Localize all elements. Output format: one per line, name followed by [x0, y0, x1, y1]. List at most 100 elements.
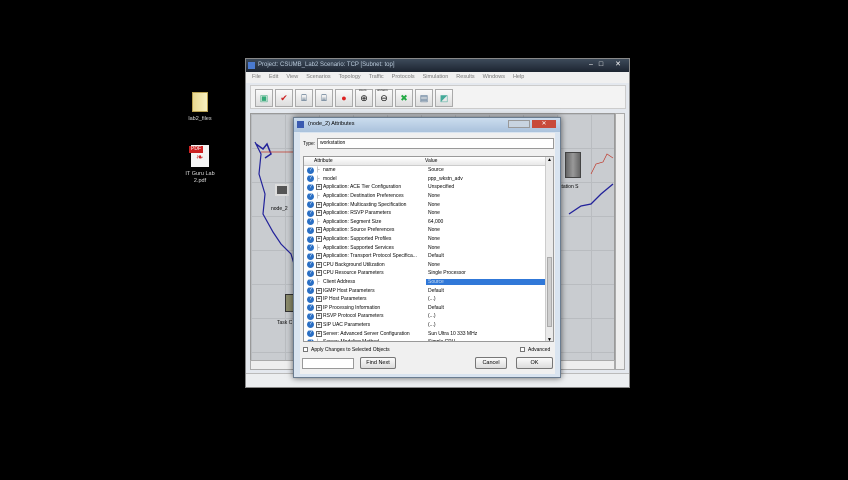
find-next-button[interactable]: Find Next: [360, 357, 396, 369]
attribute-value[interactable]: None: [426, 210, 553, 216]
help-icon[interactable]: ?: [307, 338, 314, 341]
configure-simulation-button[interactable]: ✖: [395, 89, 413, 107]
expand-icon[interactable]: +: [316, 313, 322, 320]
maximize-button[interactable]: □: [596, 60, 606, 69]
attribute-value[interactable]: (...): [426, 296, 553, 302]
help-icon[interactable]: ?: [307, 183, 314, 191]
help-icon[interactable]: ?: [307, 252, 314, 260]
attribute-value[interactable]: None: [426, 262, 553, 268]
expand-icon[interactable]: +: [316, 236, 322, 243]
expand-icon[interactable]: +: [316, 270, 322, 277]
expand-icon[interactable]: +: [316, 201, 322, 208]
help-icon[interactable]: ?: [307, 166, 314, 174]
expand-icon[interactable]: +: [316, 261, 322, 268]
attribute-row[interactable]: ? + Application: Transport Protocol Specif…: [304, 252, 553, 261]
help-icon[interactable]: ?: [307, 226, 314, 234]
desktop-icon-pdf[interactable]: PDF ❧ IT Guru Lab 2.pdf: [175, 145, 225, 185]
attribute-value[interactable]: Simple CPU: [426, 339, 553, 341]
vertical-scrollbar[interactable]: [615, 113, 625, 370]
attribute-value[interactable]: Source: [426, 279, 553, 286]
help-icon[interactable]: ?: [307, 218, 314, 226]
help-icon[interactable]: ?: [307, 209, 314, 217]
attribute-row[interactable]: ? ├ Client Address Source: [304, 278, 553, 287]
attribute-row[interactable]: ? + CPU Resource Parameters Single Processo…: [304, 269, 553, 278]
expand-icon[interactable]: +: [316, 296, 322, 303]
menu-file[interactable]: File: [252, 74, 261, 83]
attribute-row[interactable]: ? + Application: Source Preferences None: [304, 226, 553, 235]
return-to-parent-button[interactable]: ●: [335, 89, 353, 107]
help-icon[interactable]: ?: [307, 321, 314, 329]
hide-graphs-button[interactable]: ◩: [435, 89, 453, 107]
attribute-value[interactable]: ppp_wkstn_adv: [426, 176, 553, 182]
zoom-out-button[interactable]: unzoom ⊖: [375, 88, 393, 107]
attribute-value[interactable]: Source: [426, 167, 553, 173]
expand-icon[interactable]: +: [316, 227, 322, 234]
attribute-value[interactable]: (...): [426, 313, 553, 319]
attribute-value[interactable]: Default: [426, 305, 553, 311]
help-icon[interactable]: ?: [307, 295, 314, 303]
attribute-row[interactable]: ? + IGMP Host Parameters Default: [304, 286, 553, 295]
attribute-row[interactable]: ? + Application: Multicasting Specificatio…: [304, 200, 553, 209]
expand-icon[interactable]: +: [316, 184, 322, 191]
menu-traffic[interactable]: Traffic: [369, 74, 384, 83]
help-icon[interactable]: ?: [307, 287, 314, 295]
attribute-value[interactable]: Default: [426, 253, 553, 259]
help-icon[interactable]: ?: [307, 261, 314, 269]
minimize-button[interactable]: –: [586, 60, 596, 69]
help-icon[interactable]: ?: [307, 235, 314, 243]
attribute-value[interactable]: Single Processor: [426, 270, 553, 276]
check-links-button[interactable]: ✔: [275, 89, 293, 107]
dialog-close-button[interactable]: ✕: [532, 120, 556, 128]
attribute-row[interactable]: ? ├ Application: Supported Services None: [304, 243, 553, 252]
table-scrollbar[interactable]: ▲ ▼: [545, 157, 553, 341]
attribute-value[interactable]: Unspecified: [426, 184, 553, 190]
desktop-icon-lab2-files[interactable]: lab2_files: [175, 92, 225, 123]
close-button[interactable]: ✕: [608, 60, 628, 69]
scroll-up-icon[interactable]: ▲: [546, 157, 553, 163]
attribute-row[interactable]: ? + Server: Advanced Server Configuration S…: [304, 329, 553, 338]
attribute-row[interactable]: ?├Server: Modeling MethodSimple CPU: [304, 338, 553, 341]
dialog-minimize-button[interactable]: [508, 120, 530, 128]
attribute-row[interactable]: ? + Application: RSVP Parameters None: [304, 209, 553, 218]
expand-icon[interactable]: +: [316, 321, 322, 328]
attribute-row[interactable]: ? ├ name Source: [304, 166, 553, 175]
attribute-row[interactable]: ? + Application: Supported Profiles None: [304, 235, 553, 244]
help-icon[interactable]: ?: [307, 330, 314, 338]
expand-icon[interactable]: +: [316, 304, 322, 311]
attribute-row[interactable]: ? ├ Application: Destination Preferences No…: [304, 192, 553, 201]
attribute-row[interactable]: ? + Application: ACE Tier Configuration Uns…: [304, 183, 553, 192]
attribute-value[interactable]: None: [426, 245, 553, 251]
attribute-value[interactable]: None: [426, 227, 553, 233]
menu-simulation[interactable]: Simulation: [423, 74, 449, 83]
apply-changes-checkbox[interactable]: Apply Changes to Selected Objects: [303, 347, 390, 353]
attribute-row[interactable]: ? + RSVP Protocol Parameters (...): [304, 312, 553, 321]
help-icon[interactable]: ?: [307, 278, 314, 286]
view-results-button[interactable]: ▤: [415, 89, 433, 107]
attribute-row[interactable]: ? ├ model ppp_wkstn_adv: [304, 175, 553, 184]
attribute-value[interactable]: None: [426, 202, 553, 208]
menu-windows[interactable]: Windows: [483, 74, 505, 83]
help-icon[interactable]: ?: [307, 175, 314, 183]
scroll-thumb[interactable]: [547, 257, 552, 327]
expand-icon[interactable]: +: [316, 253, 322, 260]
menu-results[interactable]: Results: [456, 74, 474, 83]
ok-button[interactable]: OK: [516, 357, 553, 369]
expand-icon[interactable]: +: [316, 330, 322, 337]
fail-link-button[interactable]: ⌸: [295, 89, 313, 107]
help-icon[interactable]: ?: [307, 312, 314, 320]
attribute-value[interactable]: None: [426, 236, 553, 242]
expand-icon[interactable]: +: [316, 287, 322, 294]
help-icon[interactable]: ?: [307, 269, 314, 277]
attribute-row[interactable]: ? + IP Processing Information Default: [304, 304, 553, 313]
menu-topology[interactable]: Topology: [339, 74, 361, 83]
menu-protocols[interactable]: Protocols: [392, 74, 415, 83]
expand-icon[interactable]: +: [316, 210, 322, 217]
menu-scenarios[interactable]: Scenarios: [306, 74, 330, 83]
menu-edit[interactable]: Edit: [269, 74, 278, 83]
recover-link-button[interactable]: ⌸: [315, 89, 333, 107]
find-input[interactable]: [302, 358, 354, 369]
menu-view[interactable]: View: [286, 74, 298, 83]
type-field[interactable]: workstation: [317, 138, 554, 149]
help-icon[interactable]: ?: [307, 244, 314, 252]
help-icon[interactable]: ?: [307, 304, 314, 312]
